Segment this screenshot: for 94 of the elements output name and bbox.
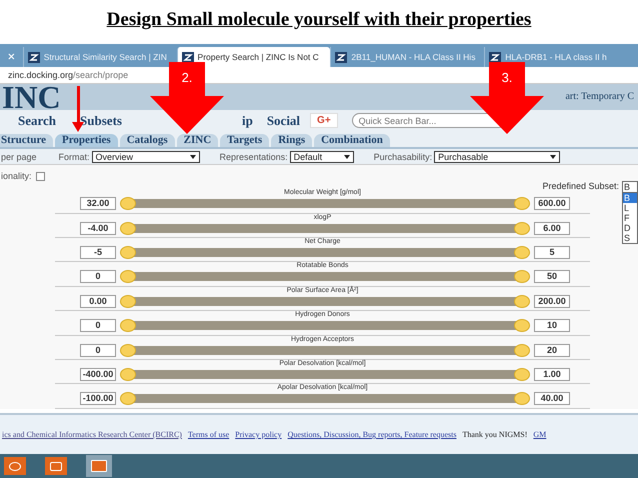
- close-icon[interactable]: [8, 53, 15, 60]
- subset-option[interactable]: B: [623, 193, 637, 204]
- slider-handle[interactable]: [120, 392, 136, 406]
- nav-link[interactable]: Search: [18, 112, 56, 129]
- max-value-field[interactable]: 1.00: [534, 368, 570, 381]
- max-value-field[interactable]: 50: [534, 270, 570, 284]
- format-label: Format:: [58, 152, 90, 162]
- slider-handle[interactable]: [514, 270, 530, 284]
- slider-handle[interactable]: [514, 319, 530, 332]
- cart-label[interactable]: art: Temporary C: [565, 91, 634, 102]
- min-value-field[interactable]: 0: [80, 270, 116, 284]
- slider-handle[interactable]: [120, 197, 136, 210]
- per-page-label: per page: [1, 152, 37, 162]
- min-value-field[interactable]: -400.00: [80, 368, 116, 381]
- slider-handle[interactable]: [514, 392, 530, 406]
- favicon-icon: [28, 52, 40, 63]
- site-logo[interactable]: INC: [2, 84, 61, 110]
- max-value-field[interactable]: 40.00: [534, 392, 570, 406]
- range-slider[interactable]: [120, 319, 530, 332]
- max-value-field[interactable]: 6.00: [534, 222, 570, 235]
- range-slider[interactable]: [120, 246, 530, 259]
- browser-tab[interactable]: Property Search | ZINC Is Not C: [176, 47, 330, 68]
- slider-handle[interactable]: [120, 246, 136, 259]
- caret-icon: [550, 154, 556, 159]
- tab[interactable]: Rings: [271, 134, 312, 148]
- checkbox[interactable]: [36, 172, 45, 181]
- slider-handle[interactable]: [514, 344, 530, 357]
- purchasability-label: Purchasability:: [374, 152, 432, 162]
- tab[interactable]: Catalogs: [120, 134, 175, 148]
- purchasability-select[interactable]: Purchasable: [434, 150, 560, 163]
- slider-handle[interactable]: [514, 222, 530, 235]
- subset-option[interactable]: D: [623, 223, 637, 234]
- range-slider[interactable]: [120, 294, 530, 308]
- caret-icon: [190, 154, 196, 159]
- slider-handle[interactable]: [120, 294, 136, 308]
- footer-thanks: Thank you NIGMS!: [462, 430, 528, 439]
- range-slider[interactable]: [120, 344, 530, 357]
- range-slider[interactable]: [120, 197, 530, 210]
- max-value-field[interactable]: 10: [534, 319, 570, 332]
- functionality-label: ionality:: [1, 171, 32, 182]
- subset-option[interactable]: F: [623, 213, 637, 224]
- google-plus-button[interactable]: G+: [310, 113, 338, 128]
- slider-handle[interactable]: [514, 294, 530, 308]
- footer-link[interactable]: Questions, Discussion, Bug reports, Feature requests: [288, 430, 456, 439]
- slider-handle[interactable]: [120, 222, 136, 235]
- app-icon[interactable]: [4, 457, 26, 476]
- min-value-field[interactable]: 0: [80, 344, 116, 357]
- footer-link[interactable]: Terms of use: [188, 430, 230, 439]
- representations-label: Representations:: [220, 152, 288, 162]
- tab[interactable]: Combination: [314, 134, 390, 148]
- slider-handle[interactable]: [120, 319, 136, 332]
- favicon-icon: [335, 52, 348, 63]
- nav-link[interactable]: Subsets: [80, 112, 122, 129]
- subset-option[interactable]: S: [623, 233, 637, 244]
- slide-title: Design Small molecule yourself with their properties: [106, 9, 532, 31]
- camera-app-icon[interactable]: [45, 457, 67, 476]
- slider-handle[interactable]: [120, 270, 136, 284]
- nav-link[interactable]: Social: [266, 112, 300, 129]
- nav-link[interactable]: ip: [242, 112, 253, 129]
- min-value-field[interactable]: -5: [80, 246, 116, 259]
- tab[interactable]: ZINC: [176, 134, 218, 148]
- slider-handle[interactable]: [120, 368, 136, 381]
- range-slider[interactable]: [120, 222, 530, 235]
- range-slider[interactable]: [120, 270, 530, 284]
- representations-select[interactable]: Default: [290, 150, 354, 163]
- footer-text: ics and Chemical Informatics Research Center (BCIRC): [2, 430, 182, 439]
- tab[interactable]: Properties: [55, 134, 118, 148]
- range-slider[interactable]: [120, 392, 530, 406]
- min-value-field[interactable]: 0: [80, 319, 116, 332]
- predefined-subset-label: Predefined Subset:: [542, 181, 619, 192]
- tab[interactable]: Targets: [220, 134, 270, 148]
- max-value-field[interactable]: 20: [534, 344, 570, 357]
- address-bar[interactable]: zinc.docking.org/search/prope: [8, 70, 128, 80]
- footer-link[interactable]: Privacy policy: [235, 430, 282, 439]
- subset-option[interactable]: L: [623, 203, 637, 214]
- slider-handle[interactable]: [514, 368, 530, 381]
- min-value-field[interactable]: 0.00: [80, 294, 116, 308]
- favicon-icon: [489, 52, 502, 63]
- max-value-field[interactable]: 600.00: [534, 197, 570, 210]
- footer-link[interactable]: GM: [533, 430, 546, 439]
- presentation-app-icon[interactable]: [86, 455, 112, 478]
- slider-handle[interactable]: [514, 246, 530, 259]
- slider-handle[interactable]: [120, 344, 136, 357]
- max-value-field[interactable]: 200.00: [534, 294, 570, 308]
- tab[interactable]: Structure: [0, 134, 54, 148]
- range-slider[interactable]: [120, 368, 530, 381]
- slider-handle[interactable]: [514, 197, 530, 210]
- min-value-field[interactable]: 32.00: [80, 197, 116, 210]
- max-value-field[interactable]: 5: [534, 246, 570, 259]
- caret-icon: [344, 154, 350, 159]
- favicon-icon: [182, 52, 194, 63]
- min-value-field[interactable]: -4.00: [80, 222, 116, 235]
- min-value-field[interactable]: -100.00: [80, 392, 116, 406]
- format-select[interactable]: Overview: [92, 150, 200, 163]
